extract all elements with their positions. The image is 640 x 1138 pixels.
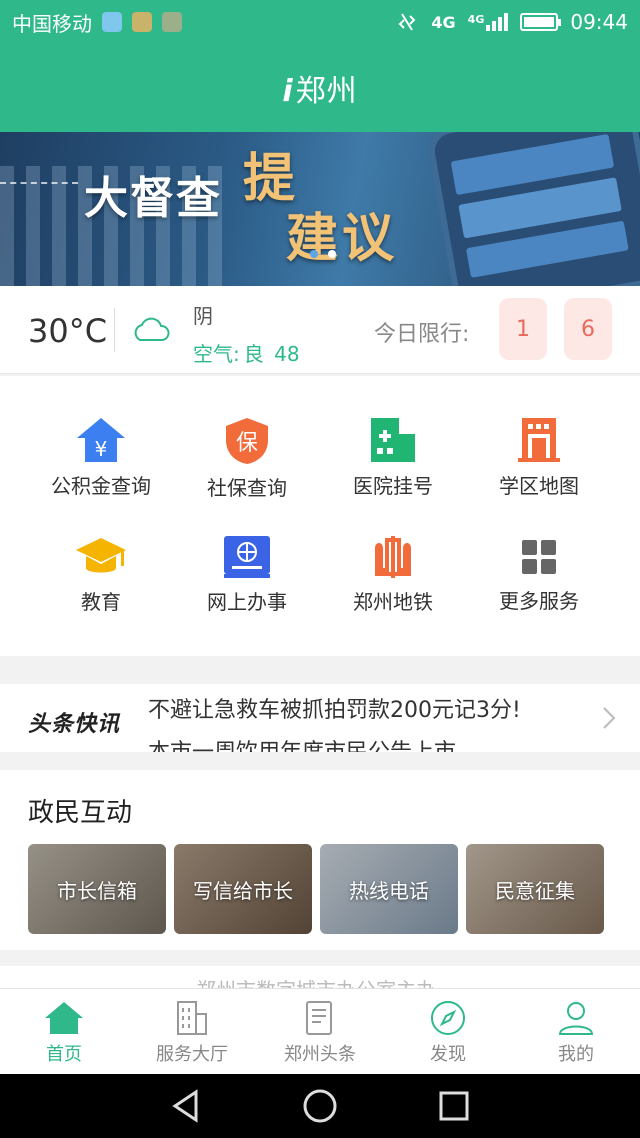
metro-icon <box>365 534 421 580</box>
banner-phone-image <box>425 132 640 286</box>
notification-app-icon <box>102 12 122 32</box>
chevron-right-icon[interactable] <box>602 706 616 730</box>
status-bar: 中国移动 4G 4G 09:44 <box>0 0 640 44</box>
recent-apps-icon[interactable] <box>438 1090 470 1122</box>
battery-icon <box>520 13 562 31</box>
bottom-tab-bar: 首页 服务大厅 郑州头条 发现 我的 <box>0 988 640 1074</box>
page-title: i郑州 <box>282 74 358 109</box>
service-metro[interactable]: 郑州地铁 <box>320 494 466 614</box>
carousel-dot[interactable] <box>310 250 318 258</box>
services-grid: ¥ 公积金查询 保 社保查询 医院挂号 学区地图 教育 网上办事 郑州地铁 更多… <box>0 376 640 656</box>
news-icon <box>303 998 337 1038</box>
banner-accent-text: 建议 <box>286 208 399 269</box>
temperature: 30°C <box>28 312 108 350</box>
service-housing-fund[interactable]: ¥ 公积金查询 <box>28 376 174 498</box>
tab-service-hall[interactable]: 服务大厅 <box>128 989 256 1074</box>
news-ticker-headline[interactable]: 本市一周饮用年度市民公告上市... <box>148 734 477 752</box>
carousel-indicator <box>310 250 336 258</box>
footer-text: 郑州市数字城市办公室主办 <box>0 966 640 988</box>
cloud-icon <box>134 317 170 341</box>
news-ticker[interactable]: 头条快讯 不避让急救车被抓拍罚款200元记3分! 本市一周饮用年度市民公告上市.… <box>0 684 640 752</box>
clock: 09:44 <box>570 10 628 34</box>
svg-text:¥: ¥ <box>95 437 108 461</box>
citizen-interaction-section: 政民互动 市长信箱 写信给市长 热线电话 民意征集 <box>0 770 640 950</box>
service-online[interactable]: 网上办事 <box>174 494 320 614</box>
weather-condition: 阴 <box>193 304 213 328</box>
section-title: 政民互动 <box>28 798 133 828</box>
service-school-district[interactable]: 学区地图 <box>466 376 612 498</box>
svg-text:保: 保 <box>236 431 258 456</box>
tab-mine[interactable]: 我的 <box>512 989 640 1074</box>
banner-main-text: 大督查 <box>84 173 222 224</box>
write-to-mayor-card[interactable]: 写信给市长 <box>174 844 312 934</box>
notification-app-icon <box>162 12 182 32</box>
housing-fund-icon: ¥ <box>73 416 129 464</box>
service-more[interactable]: 更多服务 <box>466 494 612 614</box>
air-quality: 空气: 良 48 <box>193 342 300 366</box>
social-security-icon: 保 <box>219 416 275 466</box>
hospital-icon <box>365 416 421 464</box>
tab-home[interactable]: 首页 <box>0 989 128 1074</box>
service-education[interactable]: 教育 <box>28 494 174 614</box>
user-icon <box>557 998 595 1038</box>
notification-app-icon <box>132 12 152 32</box>
home-button-icon[interactable] <box>302 1088 338 1124</box>
carrier-name: 中国移动 <box>12 11 92 36</box>
public-opinion-card[interactable]: 民意征集 <box>466 844 604 934</box>
restricted-plate-number: 1 <box>499 298 547 360</box>
tab-zhengzhou-news[interactable]: 郑州头条 <box>256 989 384 1074</box>
carousel-dot-active[interactable] <box>328 250 336 258</box>
network-type: 4G <box>431 12 456 32</box>
banner-carousel[interactable]: 大督查 提 建议 <box>0 132 640 286</box>
weather-panel[interactable]: 30°C 阴 空气: 良 48 今日限行: 1 6 <box>0 286 640 374</box>
compass-icon <box>430 998 466 1038</box>
restricted-plate-number: 6 <box>564 298 612 360</box>
app-header: i郑州 <box>0 44 640 132</box>
news-ticker-headline[interactable]: 不避让急救车被抓拍罚款200元记3分! <box>148 692 521 724</box>
home-icon <box>43 998 85 1038</box>
building-icon <box>174 998 210 1038</box>
hotline-card[interactable]: 热线电话 <box>320 844 458 934</box>
signal-icon: 4G <box>468 13 509 31</box>
back-icon[interactable] <box>170 1089 202 1123</box>
service-hospital[interactable]: 医院挂号 <box>320 376 466 498</box>
graduation-cap-icon <box>73 534 129 580</box>
vibrate-off-icon <box>398 13 416 31</box>
grid-icon <box>511 534 567 579</box>
online-service-icon <box>219 534 275 580</box>
mayor-mailbox-card[interactable]: 市长信箱 <box>28 844 166 934</box>
service-social-security[interactable]: 保 社保查询 <box>174 376 320 500</box>
traffic-limit-label: 今日限行: <box>374 322 470 347</box>
tab-discover[interactable]: 发现 <box>384 989 512 1074</box>
news-ticker-logo: 头条快讯 <box>28 712 121 737</box>
school-district-icon <box>511 416 567 464</box>
system-nav-bar <box>0 1074 640 1138</box>
